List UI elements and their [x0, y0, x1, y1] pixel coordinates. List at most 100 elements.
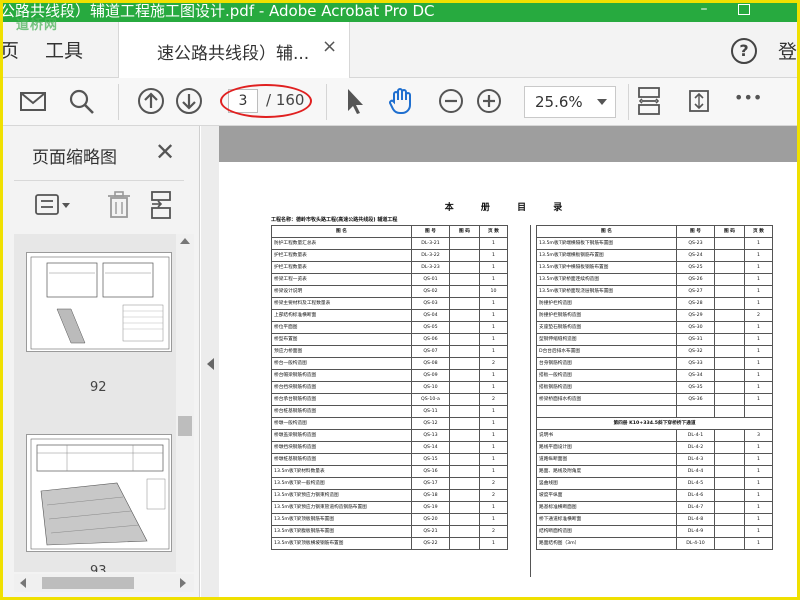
zoom-in-icon[interactable]: [474, 86, 504, 116]
drawing-number-cell: QS-07: [411, 345, 450, 358]
thumbnail-list[interactable]: 92 93: [14, 234, 176, 572]
drawing-number-cell: QS-32: [676, 345, 715, 358]
drawing-number-cell: QS-36: [676, 393, 715, 406]
tab-tools[interactable]: 工具: [45, 36, 83, 63]
drawing-number-cell: QS-06: [411, 333, 450, 346]
page-count-cell: 2: [479, 357, 508, 370]
collapse-panel-icon[interactable]: [207, 358, 214, 370]
tab-document[interactable]: 速公路共线段）辅... ×: [118, 22, 350, 78]
table-row: 13.5m板T梁桥面连续构造图 QS-26 1: [536, 273, 773, 286]
table-row: 13.5m板T梁材料数量表 QS-16 1: [271, 465, 508, 478]
thumbnail-options-icon[interactable]: [34, 192, 74, 218]
drawing-name-cell: 桥梁设计说明: [271, 285, 412, 298]
minimize-button[interactable]: –: [692, 0, 716, 20]
drawing-number-cell: QS-15: [411, 453, 450, 466]
table-row: 13.5m板T梁预应力钢束构造图 QS-18 2: [271, 489, 508, 502]
table-header-row: 图 名图 号图 码页 数: [271, 225, 508, 238]
drawing-number-cell: DL-3-23: [411, 261, 450, 274]
drawing-number-cell: QS-16: [411, 465, 450, 478]
sign-in-button[interactable]: 登: [778, 37, 797, 64]
drawing-number-cell: DL-4-2: [676, 440, 715, 454]
help-icon[interactable]: ?: [731, 38, 757, 64]
tab-home[interactable]: 页: [0, 36, 19, 63]
drawing-name-cell: 桥梁桥面排水构造图: [536, 393, 677, 406]
table-row: 预应力桥面图 QS-07 1: [271, 345, 508, 358]
page-count-cell: 1: [479, 405, 508, 418]
page-count-cell: 1: [479, 297, 508, 310]
page-count-cell: 1: [479, 345, 508, 358]
drawing-number-cell: QS-11: [411, 405, 450, 418]
zoom-out-icon[interactable]: [436, 86, 466, 116]
drawing-number-cell: QS-22: [411, 537, 450, 550]
hand-tool-icon[interactable]: [386, 86, 416, 116]
table-header-cell: 页 数: [479, 225, 508, 238]
drawing-number-cell: QS-21: [411, 525, 450, 538]
drawing-code-cell: [449, 333, 480, 346]
scroll-left-icon[interactable]: [20, 578, 26, 588]
drawing-number-cell: DL-4-5: [676, 476, 715, 490]
drawing-number-cell: QS-33: [676, 357, 715, 370]
drawing-number-cell: DL-4-8: [676, 512, 715, 526]
table-row: 13.5m板T梁顶板横坡钢筋布置图 QS-22 1: [271, 537, 508, 550]
table-row: 路线平面设计图 DL-4-2 1: [536, 440, 773, 454]
scroll-up-icon[interactable]: [180, 238, 190, 244]
scrollbar-thumb[interactable]: [178, 416, 192, 436]
drawing-code-cell: [449, 405, 480, 418]
drawing-name-cell: 桥台挡块钢筋构造图: [271, 381, 412, 394]
page-count-cell: 1: [744, 476, 773, 490]
contents-table-right: 图 名图 号图 码页 数 13.5m板T梁端横隔板下钢筋布置图 QS-23 1 13.5…: [536, 225, 773, 550]
panel-divider: [14, 180, 184, 181]
drawing-name-cell: 结构断面构造图: [536, 524, 677, 538]
drawing-number-cell: QS-18: [411, 489, 450, 502]
drawing-code-cell: [449, 369, 480, 382]
close-tab-icon[interactable]: ×: [322, 36, 337, 57]
full-screen-icon[interactable]: [684, 86, 714, 116]
document-view[interactable]: 本 册 目 录 工程名称：德岭市牧头路工程(高速公路共线段) 辅道工程 图 名图…: [201, 126, 800, 600]
toolbar: 3 / 160 25.6% •••: [0, 78, 800, 126]
drawing-code-cell: [714, 500, 745, 514]
table-row: 桥梁工程一览表 QS-01 1: [271, 273, 508, 286]
drawing-number-cell: QS-09: [411, 369, 450, 382]
zoom-level-dropdown[interactable]: 25.6%: [524, 86, 616, 118]
drawing-name-cell: 支座垫石钢筋构造图: [536, 321, 677, 334]
page-count-cell: [744, 405, 773, 418]
drawing-name-cell: 桥梁工程一览表: [271, 273, 412, 286]
drawing-number-cell: DL-4-4: [676, 464, 715, 478]
page-count-cell: 1: [479, 417, 508, 430]
drawing-number-cell: QS-34: [676, 369, 715, 382]
more-tools-icon[interactable]: •••: [734, 88, 774, 118]
drawing-number-cell: QS-25: [676, 261, 715, 274]
drawing-number-cell: QS-05: [411, 321, 450, 334]
page-thumbnail[interactable]: [26, 434, 172, 552]
email-icon[interactable]: [18, 86, 48, 116]
close-panel-icon[interactable]: ✕: [155, 138, 175, 166]
table-header-cell: 图 号: [411, 225, 450, 238]
drawing-name-cell: 路基标准横断面图: [536, 500, 677, 514]
search-icon[interactable]: [66, 86, 96, 116]
table-header-cell: 图 码: [449, 225, 480, 238]
page-count-cell: 1: [744, 237, 773, 250]
next-page-icon[interactable]: [174, 86, 204, 116]
page-count-cell: 1: [479, 501, 508, 514]
thumbnail-horizontal-scrollbar[interactable]: [14, 574, 194, 592]
table-row: 第四册 K10+334.5斜下穿桥桥下通道: [536, 416, 773, 430]
scroll-right-icon[interactable]: [180, 578, 186, 588]
drawing-code-cell: [449, 441, 480, 454]
drawing-code-cell: [714, 249, 745, 262]
page-count-cell: 1: [479, 429, 508, 442]
thumbnail-vertical-scrollbar[interactable]: [176, 234, 194, 572]
delete-page-icon[interactable]: [106, 190, 132, 220]
table-row: 13.5m板T梁预应力钢束管道构造钢筋布置图 QS-19 1: [271, 501, 508, 514]
table-row: 桥梁主要材料及工程数量表 QS-03 1: [271, 297, 508, 310]
page-thumbnail[interactable]: [26, 252, 172, 352]
drawing-name-cell: 路面、路线及附角度: [536, 464, 677, 478]
previous-page-icon[interactable]: [136, 86, 166, 116]
extract-pages-icon[interactable]: [148, 190, 176, 220]
fit-page-icon[interactable]: [634, 86, 664, 116]
drawing-number-cell: QS-23: [676, 237, 715, 250]
select-cursor-icon[interactable]: [340, 86, 370, 116]
drawing-code-cell: [714, 452, 745, 466]
maximize-button[interactable]: [738, 4, 750, 15]
scrollbar-thumb[interactable]: [42, 577, 134, 589]
table-row: 桥墩桩基钢筋构造图 QS-15 1: [271, 453, 508, 466]
